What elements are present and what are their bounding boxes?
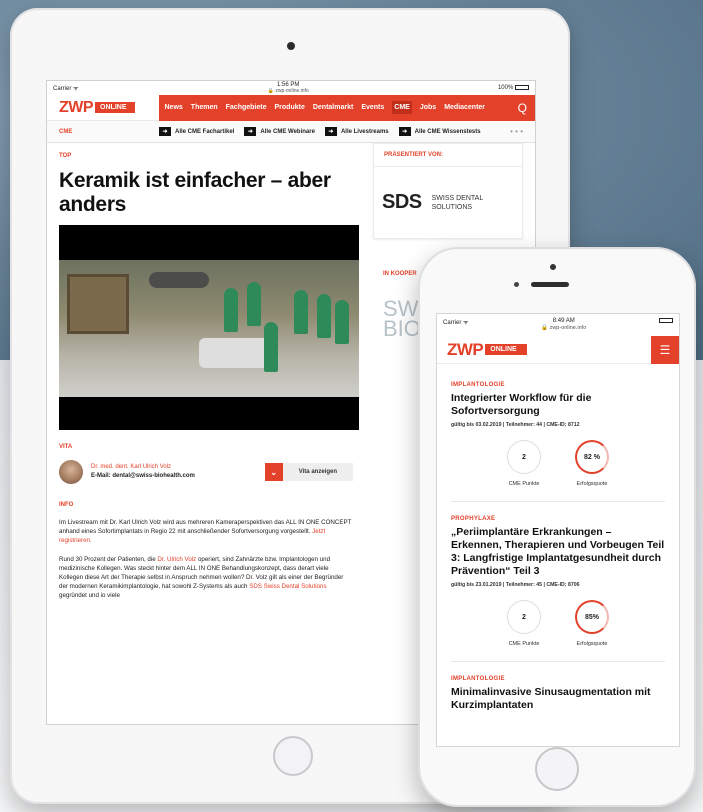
presented-by-label: PRÄSENTIERT VON: — [374, 144, 522, 167]
logo-brand: ZWP — [59, 98, 94, 116]
arrow-right-icon: ➜ — [398, 127, 411, 136]
zwp-logo[interactable]: ZWP ONLINE — [447, 340, 527, 360]
nav-item-produkte[interactable]: Produkte — [275, 104, 305, 111]
subnav-link-webinare[interactable]: ➜ Alle CME Webinare — [244, 127, 315, 136]
subnav-link-wissenstests[interactable]: ➜ Alle CME Wissenstests — [398, 127, 481, 136]
article-meta: gültig bis 03.02.2019 | Teilnehmer: 44 |… — [451, 422, 580, 428]
cme-points-circle: 2 — [507, 600, 541, 634]
cme-article[interactable]: PROPHYLAXE „Periimplantäre Erkrankungen … — [437, 502, 679, 662]
cme-article[interactable]: IMPLANTOLOGIE Integrierter Workflow für … — [437, 364, 679, 502]
zwp-logo[interactable]: ZWP ONLINE — [59, 99, 135, 117]
cme-points-label: CME Punkte — [508, 481, 540, 487]
logo-badge: ONLINE — [95, 102, 135, 113]
article-title[interactable]: „Periimplantäre Erkrankungen – Erkennen,… — [451, 526, 665, 578]
iphone-screen: Carrier ᯤ 8:49 AM 🔒 zwp-online.info ZWP … — [436, 313, 680, 747]
show-vita-label: Vita anzeigen — [298, 469, 337, 475]
author-row: Dr. med. dent. Karl Ulrich Volz E-Mail: … — [59, 460, 353, 484]
nav-item-fachgebiete[interactable]: Fachgebiete — [226, 104, 267, 111]
article-category: IMPLANTOLOGIE — [451, 676, 505, 682]
chevron-down-icon: ⌄ — [264, 463, 283, 481]
author-link[interactable]: Dr. Ulrich Volz — [157, 556, 196, 563]
vita-tag: VITA — [59, 444, 73, 450]
subnav-link-livestreams[interactable]: ➜ Alle Livestreams — [324, 127, 389, 136]
article-category: PROPHYLAXE — [451, 516, 496, 522]
article-meta: gültig bis 23.01.2019 | Teilnehmer: 45 |… — [451, 582, 580, 588]
nav-item-jobs[interactable]: Jobs — [420, 104, 436, 111]
video-frame — [59, 260, 359, 397]
carrier-label: Carrier ᯤ — [443, 320, 469, 326]
battery-icon — [514, 84, 529, 90]
sponsor-box: PRÄSENTIERT VON: SDS SWISS DENTAL SOLUTIO… — [373, 143, 523, 239]
nav-item-news[interactable]: News — [165, 104, 183, 111]
avatar — [59, 460, 83, 484]
article-title[interactable]: Integrierter Workflow für die Sofortvers… — [451, 392, 665, 418]
arrow-right-icon: ➜ — [159, 127, 171, 136]
speaker-grille — [531, 282, 569, 287]
status-bar: Carrier ᯤ 1:56 PM 🔒 zwp-online.info 100% — [47, 81, 535, 95]
success-rate-label: Erfolgsquote — [576, 481, 608, 487]
nav-item-events[interactable]: Events — [361, 104, 384, 111]
article-category: IMPLANTOLOGIE — [451, 382, 505, 388]
battery-icon — [659, 318, 673, 323]
sds-link[interactable]: SDS Swiss Dental Solutions — [249, 583, 326, 590]
clock: 8:49 AM — [552, 318, 575, 324]
url-label: 🔒 zwp-online.info — [541, 325, 587, 331]
author-name-link[interactable]: Dr. med. dent. Karl Ulrich Volz — [91, 463, 241, 472]
nav-item-cme[interactable]: CME — [392, 101, 412, 114]
main-menu: News Themen Fachgebiete Produkte Dentalm… — [158, 94, 535, 121]
article-main: TOP Keramik ist einfacher – aber anders — [47, 143, 365, 600]
camera-icon — [287, 42, 295, 50]
nav-item-dentalmarkt[interactable]: Dentalmarkt — [313, 104, 353, 111]
article-stats: 2 CME Punkte 85% Erfolgsquote — [451, 600, 665, 647]
home-button[interactable] — [535, 747, 579, 791]
sds-logo[interactable]: SDS SWISS DENTAL SOLUTIONS — [374, 167, 522, 238]
status-bar: Carrier ᯤ 8:49 AM 🔒 zwp-online.info — [437, 314, 679, 336]
battery-label: 100% — [497, 85, 514, 92]
cme-subnav: CME ➜ Alle CME Fachartikel ➜ Alle CME Webi… — [47, 121, 535, 143]
carrier-label: Carrier ᯤ — [53, 86, 79, 92]
article-paragraph-1: Im Livestream mit Dr. Karl Ulrich Volz w… — [59, 519, 352, 544]
camera-icon — [550, 264, 556, 270]
nav-item-themen[interactable]: Themen — [191, 104, 218, 111]
menu-icon[interactable]: ☰ — [651, 335, 679, 364]
arrow-right-icon: ➜ — [324, 127, 337, 136]
more-icon[interactable]: • • • — [510, 127, 523, 136]
article-tag: TOP — [59, 153, 72, 159]
author-email: E-Mail: dental@swiss-biohealth.com — [91, 473, 195, 479]
video-player[interactable] — [59, 225, 359, 430]
nav-item-mediacenter[interactable]: Mediacenter — [444, 104, 485, 111]
success-rate-label: Erfolgsquote — [576, 641, 608, 647]
search-icon[interactable]: Q — [518, 101, 527, 115]
show-vita-button[interactable]: ⌄ Vita anzeigen — [264, 463, 353, 481]
iphone-device: Carrier ᯤ 8:49 AM 🔒 zwp-online.info ZWP … — [418, 247, 696, 807]
mobile-header: ZWP ONLINE ☰ — [437, 335, 679, 364]
article-headline: Keramik ist einfacher – aber anders — [59, 169, 331, 216]
cme-points-label: CME Punkte — [508, 641, 540, 647]
cme-article[interactable]: IMPLANTOLOGIE Minimalinvasive Sinusaugme… — [437, 662, 679, 712]
article-title[interactable]: Minimalinvasive Sinusaugmentation mit Ku… — [451, 686, 665, 712]
success-rate-circle: 85% — [575, 600, 609, 634]
info-tag: INFO — [59, 502, 74, 508]
arrow-right-icon: ➜ — [244, 127, 257, 136]
sensor-dot — [514, 282, 519, 287]
subnav-link-fachartikel[interactable]: ➜ Alle CME Fachartikel — [159, 127, 234, 136]
article-paragraph-2: Rund 30 Prozent der Patienten, die Dr. U… — [59, 556, 344, 599]
success-rate-circle: 82 % — [575, 440, 609, 474]
cme-points-circle: 2 — [507, 440, 541, 474]
url-label: 🔒 zwp-online.info — [267, 88, 309, 94]
article-stats: 2 CME Punkte 82 % Erfolgsquote — [451, 440, 665, 487]
subnav-section-label: CME — [59, 128, 73, 135]
home-button[interactable] — [273, 736, 313, 776]
top-navigation: ZWP ONLINE News Themen Fachgebiete Produ… — [47, 94, 535, 121]
